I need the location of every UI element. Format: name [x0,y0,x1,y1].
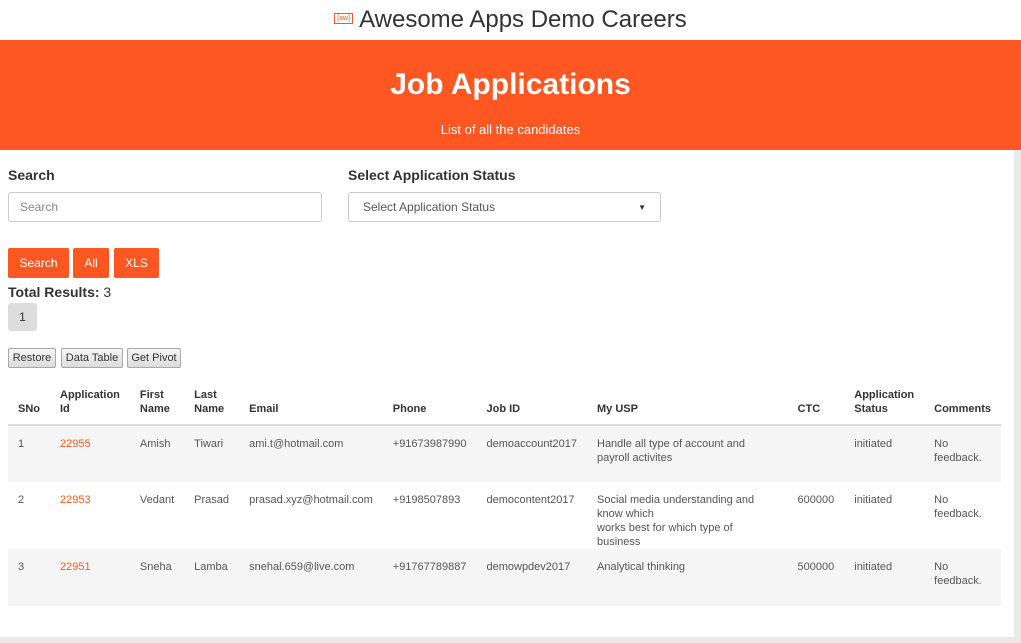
footer-divider [0,637,1014,643]
table-row: 1 22955 Amish Tiwari ami.t@hotmail.com +… [8,425,1001,482]
cell-ctc [788,425,845,482]
search-button[interactable]: Search [8,248,69,278]
column-header-ctc: CTC [787,387,845,426]
cell-my-usp: Social media understanding and know whic… [597,494,755,548]
column-header-phone: Phone [382,387,477,426]
status-select[interactable]: Select Application Status ▼ [348,192,661,222]
column-header-job-id: Job ID [476,387,587,426]
cell-comments: No feedback. [934,494,982,520]
cell-phone: +91673987990 [392,438,467,450]
total-results-label: Total Results: [8,284,100,300]
application-id-link[interactable]: 22953 [60,494,91,506]
column-header-last-name: Last Name [184,387,240,426]
cell-phone: +91767789887 [392,561,467,573]
cell-status: initiated [854,494,893,506]
cell-sno: 1 [18,438,25,450]
page-subtitle: List of all the candidates [440,122,581,137]
cell-my-usp: Handle all type of account and payroll a… [597,438,745,464]
site-header: [aw] Awesome Apps Demo Careers [0,0,1021,40]
cell-first-name: Amish [139,438,171,450]
cell-first-name: Vedant [139,494,175,506]
column-header-comments: Comments [924,387,1001,426]
logo-icon: [aw] [334,12,354,24]
search-label: Search [8,167,55,183]
cell-last-name: Prasad [194,494,230,506]
cell-email: snehal.659@live.com [249,561,355,573]
page-scrollbar[interactable] [1014,150,1021,643]
column-header-sno: SNo [8,387,50,426]
cell-last-name: Tiwari [194,438,224,450]
cell-job-id: demoaccount2017 [486,438,577,450]
cell-status: initiated [854,561,893,573]
cell-comments: No feedback. [934,561,982,587]
page-title: Job Applications [390,68,631,101]
cell-sno: 2 [18,494,25,506]
table-row: 2 22953 Vedant Prasad prasad.xyz@hotmail… [8,482,1001,549]
xls-export-button[interactable]: XLS [114,248,159,278]
column-header-email: Email [239,387,383,426]
cell-ctc: 600000 [797,494,835,506]
application-id-link[interactable]: 22955 [60,438,91,450]
applications-table: SNo Application Id First Name Last Name Ema… [8,387,1001,606]
table-header-row: SNo Application Id First Name Last Name Ema… [8,387,1001,426]
total-results-count: 3 [103,284,112,300]
restore-button[interactable]: Restore [8,348,56,368]
cell-email: ami.t@hotmail.com [249,438,344,450]
cell-comments: No feedback. [934,438,982,464]
search-input[interactable] [8,192,322,222]
cell-ctc: 500000 [797,561,835,573]
data-table-button[interactable]: Data Table [61,348,123,368]
chevron-down-icon: ▼ [638,202,646,212]
cell-last-name: Lamba [194,561,228,573]
site-title: Awesome Apps Demo Careers [359,6,687,33]
status-select-value: Select Application Status [363,200,496,214]
status-filter-label: Select Application Status [348,167,516,183]
cell-email: prasad.xyz@hotmail.com [249,494,373,506]
hero-banner: Job Applications List of all the candida… [0,40,1021,150]
cell-status: initiated [854,438,893,450]
get-pivot-button[interactable]: Get Pivot [127,348,181,368]
column-header-application-id: Application Id [50,387,130,426]
column-header-first-name: First Name [129,387,185,426]
cell-job-id: demowpdev2017 [486,561,571,573]
total-results: Total Results: 3 [8,284,111,300]
cell-job-id: democontent2017 [486,494,575,506]
cell-sno: 3 [18,561,25,573]
cell-my-usp: Analytical thinking [597,561,686,573]
application-id-link[interactable]: 22951 [60,561,91,573]
column-header-my-usp: My USP [587,387,788,426]
cell-first-name: Sneha [139,561,172,573]
pagination-page-1[interactable]: 1 [8,303,37,331]
all-button[interactable]: All [73,248,109,278]
column-header-application-status: Application Status [844,387,925,426]
table-row: 3 22951 Sneha Lamba snehal.659@live.com … [8,549,1001,606]
cell-phone: +9198507893 [392,494,461,506]
